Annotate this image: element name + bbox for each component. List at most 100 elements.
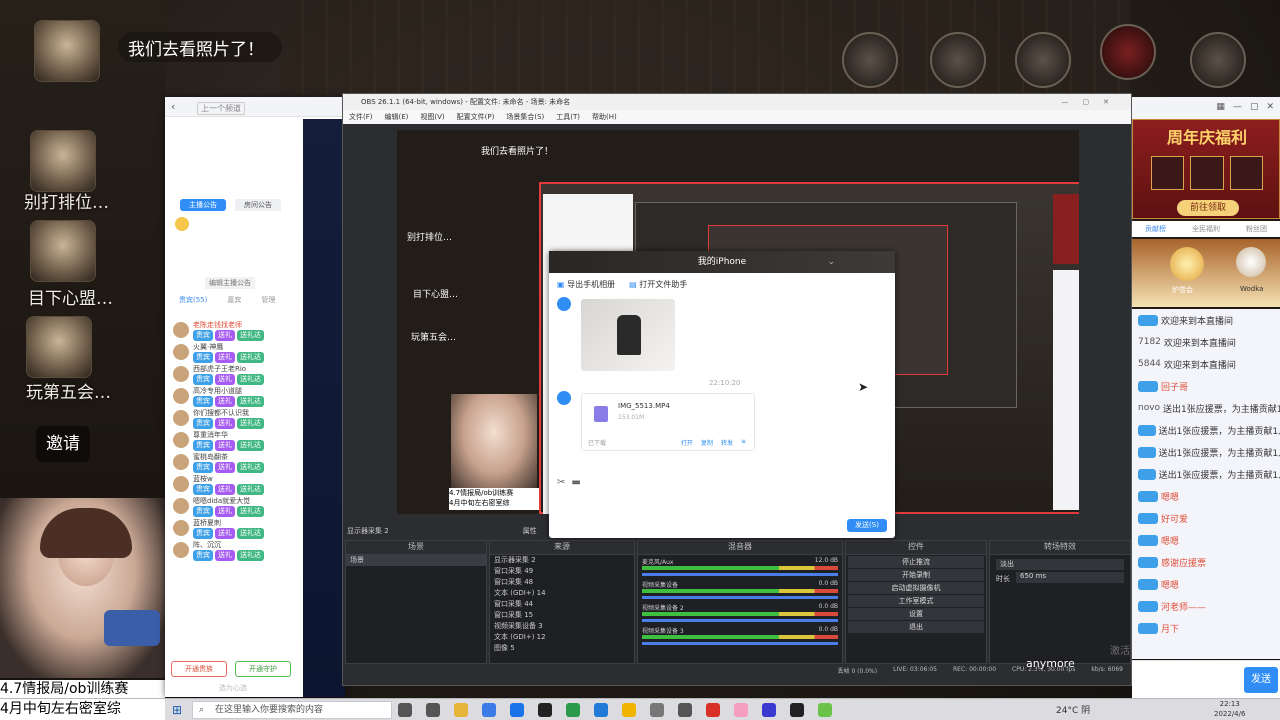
member-row[interactable]: 老陈走钱找老师 贵宾 送礼 送礼达 — [165, 319, 300, 341]
member-row[interactable]: 阵、沉沉 贵宾 送礼 送礼达 — [165, 539, 300, 561]
source-item[interactable]: 图像 5 — [490, 643, 634, 654]
member-row[interactable]: 蜜桃岛翻茶 贵宾 送礼 送礼达 — [165, 451, 300, 473]
properties-button[interactable]: 属性 — [523, 526, 537, 536]
member-row[interactable]: 你们搜都不认识我 贵宾 送礼 送礼达 — [165, 407, 300, 429]
edge-icon[interactable] — [594, 703, 608, 717]
norton-icon[interactable] — [622, 703, 636, 717]
tab-admin[interactable]: 管理 — [261, 295, 275, 313]
copy-file-link[interactable]: 复制 — [701, 438, 713, 447]
control-button[interactable]: 工作室模式 — [848, 595, 984, 607]
file-card[interactable]: IMG_5513.MP4 153.01M 已下载 打开 复制 转发 ≡ — [581, 393, 755, 451]
widgets-icon[interactable] — [426, 703, 440, 717]
obs-menu-item[interactable]: 帮助(H) — [592, 110, 617, 124]
restore-icon[interactable]: ▢ — [1250, 102, 1259, 114]
tab-room-notice[interactable]: 房间公告 — [235, 199, 281, 211]
open-guard-button[interactable]: 开通守护 — [235, 661, 291, 677]
prev-channel-button[interactable]: 上一个频道 — [197, 102, 245, 115]
obs-menu-item[interactable]: 编辑(E) — [385, 110, 409, 124]
emoji-icon[interactable] — [175, 217, 189, 231]
source-item[interactable]: 窗口采集 44 — [490, 599, 634, 610]
source-item[interactable]: 视频采集设备 3 — [490, 621, 634, 632]
edit-announcement[interactable]: 编辑主播公告 — [205, 277, 255, 289]
obs-menu-item[interactable]: 配置文件(P) — [457, 110, 495, 124]
obs-menu-item[interactable]: 场景集合(S) — [506, 110, 544, 124]
start-icon[interactable]: ⊞ — [172, 703, 182, 717]
source-item[interactable]: 窗口采集 49 — [490, 566, 634, 577]
file-explorer-icon[interactable] — [454, 703, 468, 717]
clock[interactable]: 22:13 2022/4/6 — [1214, 699, 1245, 719]
control-button[interactable]: 退出 — [848, 621, 984, 633]
folder-icon[interactable]: ▬ — [571, 477, 586, 488]
volume-slider[interactable] — [642, 573, 838, 576]
source-item[interactable]: 显示器采集 2 — [490, 555, 634, 566]
claim-button[interactable]: 前往领取 — [1177, 200, 1239, 216]
mail-icon[interactable] — [510, 703, 524, 717]
control-button[interactable]: 停止推流 — [848, 556, 984, 568]
volume-slider[interactable] — [642, 596, 838, 599]
qq-icon[interactable] — [538, 703, 552, 717]
tab-host-notice[interactable]: 主播公告 — [180, 199, 226, 211]
member-row[interactable]: 尊重消年华 贵宾 送礼 送礼达 — [165, 429, 300, 451]
source-item[interactable]: 窗口采集 15 — [490, 610, 634, 621]
tab-vip[interactable]: 贵宾(55) — [179, 295, 207, 313]
obs-menu-item[interactable]: 工具(T) — [556, 110, 580, 124]
source-item[interactable]: 文本 (GDI+) 12 — [490, 632, 634, 643]
menu-item-2[interactable]: 目下心盟… — [28, 284, 113, 309]
obs-icon[interactable] — [790, 703, 804, 717]
control-button[interactable]: 设置 — [848, 608, 984, 620]
obs-menu-item[interactable]: 视图(V) — [420, 110, 444, 124]
volume-slider[interactable] — [642, 642, 838, 645]
menu-item-3[interactable]: 玩第五会… — [26, 378, 111, 403]
search-box[interactable]: ⌕ 在这里输入你要搜索的内容 — [192, 701, 392, 719]
settings-icon[interactable] — [650, 703, 664, 717]
chat-send-button[interactable]: 发送 — [1244, 667, 1278, 693]
transition-select[interactable]: 淡出 — [996, 559, 1124, 570]
top-gifter-avatar[interactable] — [1170, 247, 1204, 281]
grid-icon[interactable]: ▦ — [1216, 102, 1225, 114]
bilibili-icon[interactable] — [734, 703, 748, 717]
netease-icon[interactable] — [706, 703, 720, 717]
member-row[interactable]: 嗯嗯dida就爱大觉 贵宾 送礼 送礼达 — [165, 495, 300, 517]
open-noble-button[interactable]: 开通贵族 — [171, 661, 227, 677]
member-row[interactable]: 蓝桉w 贵宾 送礼 送礼达 — [165, 473, 300, 495]
danmaku-user[interactable]: 5844 — [1138, 359, 1161, 369]
send-button[interactable]: 发送(S) — [847, 519, 887, 532]
member-row[interactable]: 高冷专用小道腿 贵宾 送礼 送礼达 — [165, 385, 300, 407]
source-item[interactable]: 窗口采集 48 — [490, 577, 634, 588]
control-button[interactable]: 开始录制 — [848, 569, 984, 581]
task-view-icon[interactable] — [398, 703, 412, 717]
minimize-icon[interactable]: — — [1233, 102, 1242, 114]
chevron-down-icon[interactable]: ⌄ — [827, 251, 835, 273]
tab-contribution[interactable]: 贡献榜 — [1145, 221, 1166, 237]
menu-item-1[interactable]: 别打排位… — [24, 188, 109, 213]
more-menu-icon[interactable]: ≡ — [741, 438, 746, 447]
open-file-assistant-button[interactable]: ▤ 打开文件助手 — [629, 279, 687, 290]
mail-icon[interactable] — [1100, 24, 1156, 80]
window-controls[interactable]: —▢✕ — [1062, 94, 1123, 110]
open-file-link[interactable]: 打开 — [681, 438, 693, 447]
volume-slider[interactable] — [642, 619, 838, 622]
weather[interactable]: 24°C 阴 — [1056, 703, 1090, 716]
store-icon[interactable] — [482, 703, 496, 717]
control-button[interactable]: 启动虚拟摄像机 — [848, 582, 984, 594]
member-row[interactable]: 火翼·神鹰 贵宾 送礼 送礼达 — [165, 341, 300, 363]
tab-fans[interactable]: 粉丝团 — [1246, 221, 1267, 237]
member-row[interactable]: 西部虎子王老Rio 贵宾 送礼 送礼达 — [165, 363, 300, 385]
export-album-button[interactable]: ▣ 导出手机相册 — [557, 279, 615, 290]
source-item[interactable]: 文本 (GDI+) 14 — [490, 588, 634, 599]
gear-icon[interactable] — [1190, 32, 1246, 88]
danmaku-user[interactable]: novo — [1138, 403, 1160, 413]
close-icon[interactable]: ✕ — [1266, 102, 1274, 114]
duration-input[interactable]: 650 ms — [1016, 572, 1124, 583]
obs-menu-item[interactable]: 文件(F) — [349, 110, 373, 124]
invite-button[interactable]: 邀请 — [36, 426, 90, 462]
anniversary-banner[interactable]: 周年庆福利 前往领取 — [1132, 119, 1280, 219]
tab-guest[interactable]: 嘉宾 — [227, 295, 241, 313]
forward-file-link[interactable]: 转发 — [721, 438, 733, 447]
scene-item[interactable]: 场景 — [346, 555, 486, 566]
image-viewer-icon[interactable] — [678, 703, 692, 717]
photo-thumbnail[interactable] — [581, 299, 675, 371]
danmaku-user[interactable]: 7182 — [1138, 337, 1161, 347]
gifter-avatar[interactable] — [1236, 247, 1266, 277]
back-icon[interactable]: ‹ — [171, 100, 175, 113]
